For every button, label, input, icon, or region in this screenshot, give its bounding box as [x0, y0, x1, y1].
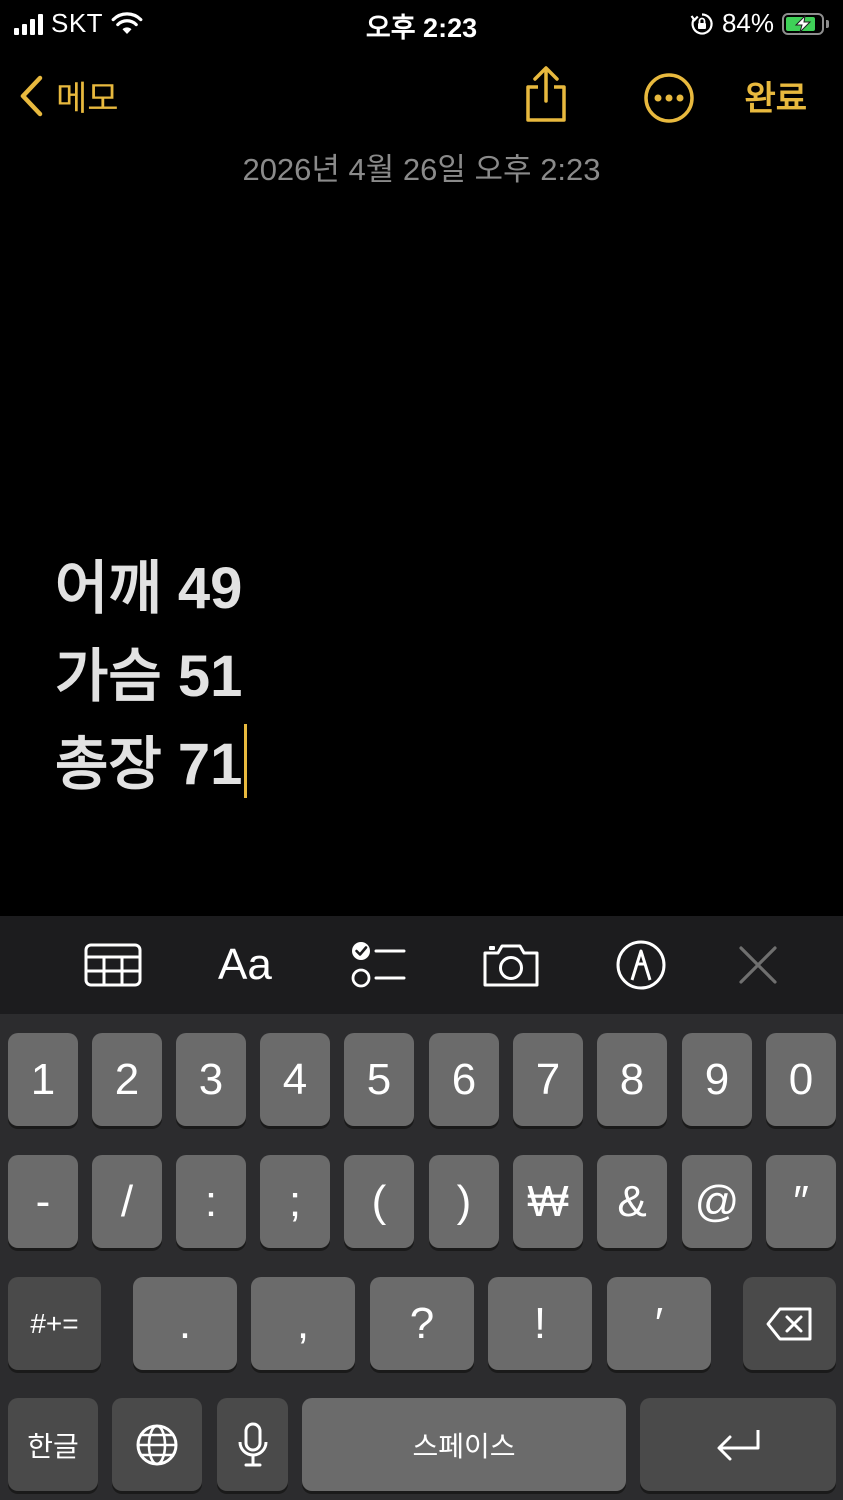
table-button[interactable]	[84, 938, 142, 992]
close-toolbar-button[interactable]	[737, 938, 779, 992]
key-2[interactable]: 2	[92, 1033, 162, 1126]
back-button[interactable]: 메모	[18, 71, 119, 120]
key-open-paren[interactable]: (	[344, 1155, 414, 1248]
share-button[interactable]	[522, 65, 570, 128]
note-line[interactable]: 어깨 49	[55, 545, 247, 633]
key-won[interactable]: ₩	[513, 1155, 583, 1248]
key-apostrophe[interactable]: ′	[607, 1277, 711, 1370]
more-button[interactable]	[643, 72, 695, 129]
note-date: 2026년 4월 26일 오후 2:23	[242, 152, 601, 187]
key-5[interactable]: 5	[344, 1033, 414, 1126]
key-at[interactable]: @	[682, 1155, 752, 1248]
camera-button[interactable]	[481, 938, 541, 992]
delete-key[interactable]	[743, 1277, 836, 1370]
key-ampersand[interactable]: &	[597, 1155, 667, 1248]
close-icon	[739, 946, 777, 984]
text-format-icon: Aa	[218, 940, 272, 989]
status-bar: SKT 오후 2:23 84%	[0, 0, 843, 48]
key-7[interactable]: 7	[513, 1033, 583, 1126]
dictation-key[interactable]	[217, 1398, 288, 1491]
key-9[interactable]: 9	[682, 1033, 752, 1126]
battery-cap	[826, 19, 829, 28]
backspace-icon	[766, 1307, 811, 1340]
orientation-lock-icon	[690, 12, 713, 35]
key-slash[interactable]: /	[92, 1155, 162, 1248]
text-cursor	[244, 724, 248, 798]
nav-bar: 메모 완료	[0, 55, 843, 135]
key-1[interactable]: 1	[8, 1033, 78, 1126]
key-8[interactable]: 8	[597, 1033, 667, 1126]
return-icon	[717, 1429, 760, 1460]
key-colon[interactable]: :	[176, 1155, 246, 1248]
key-close-paren[interactable]: )	[429, 1155, 499, 1248]
status-right: 84%	[690, 8, 829, 39]
key-0[interactable]: 0	[766, 1033, 836, 1126]
key-comma[interactable]: ,	[251, 1277, 355, 1370]
markup-icon	[616, 940, 666, 990]
ellipsis-circle-icon	[644, 73, 694, 123]
key-double-quote[interactable]: ″	[766, 1155, 836, 1248]
key-question[interactable]: ?	[370, 1277, 474, 1370]
note-line[interactable]: 총장 71	[55, 721, 248, 809]
battery-icon	[782, 12, 824, 35]
markup-button[interactable]	[615, 938, 667, 992]
note-line[interactable]: 가슴 51	[55, 633, 247, 721]
notes-screen: SKT 오후 2:23 84% 메모 완료 2026년 4월 26일 오후 2:…	[0, 0, 843, 1500]
key-4[interactable]: 4	[260, 1033, 330, 1126]
chevron-left-icon	[20, 75, 43, 116]
key-3[interactable]: 3	[176, 1033, 246, 1126]
note-body[interactable]: 어깨 49 가슴 51 총장 71	[55, 545, 248, 809]
language-key[interactable]: 한글	[8, 1398, 98, 1491]
globe-icon	[136, 1424, 178, 1465]
notes-toolbar: Aa	[0, 916, 843, 1014]
key-exclamation[interactable]: !	[488, 1277, 592, 1370]
return-key[interactable]	[640, 1398, 836, 1491]
checklist-button[interactable]	[350, 938, 406, 992]
camera-icon	[483, 944, 539, 987]
table-icon	[84, 943, 142, 987]
back-label: 메모	[56, 80, 119, 118]
text-format-button[interactable]: Aa	[218, 938, 272, 992]
space-key[interactable]: 스페이스	[302, 1398, 626, 1491]
done-button[interactable]: 완료	[744, 71, 807, 120]
key-6[interactable]: 6	[429, 1033, 499, 1126]
charging-bolt-icon	[794, 14, 812, 33]
keyboard: 1 2 3 4 5 6 7 8 9 0 - / : ; ( ) ₩ & @ ″ …	[0, 1014, 843, 1500]
key-semicolon[interactable]: ;	[260, 1155, 330, 1248]
globe-key[interactable]	[112, 1398, 202, 1491]
share-icon	[526, 66, 566, 122]
battery-percent: 84%	[721, 8, 774, 38]
checklist-icon	[351, 942, 406, 988]
microphone-icon	[238, 1422, 267, 1466]
symbols-key[interactable]: #+=	[8, 1277, 101, 1370]
key-hyphen[interactable]: -	[8, 1155, 78, 1248]
key-period[interactable]: .	[133, 1277, 237, 1370]
